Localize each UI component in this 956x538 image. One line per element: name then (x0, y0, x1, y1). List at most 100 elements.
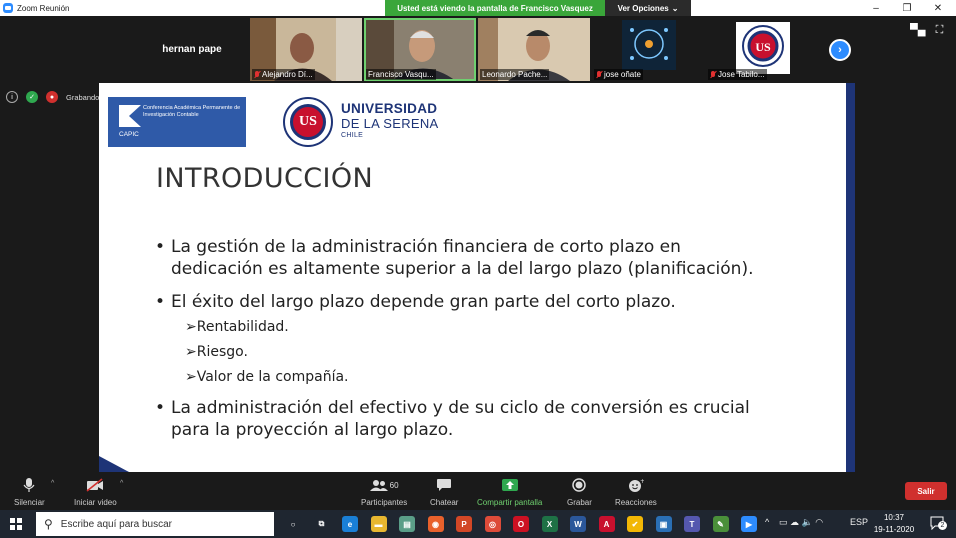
next-page-arrow-icon[interactable]: › (829, 39, 851, 61)
university-name-line1: UNIVERSIDAD (341, 101, 438, 116)
windows-start-icon[interactable] (10, 518, 22, 530)
svg-text:+: + (640, 478, 644, 485)
task-view-icon[interactable]: ⧉ (313, 516, 330, 532)
subitem-text: Riesgo. (196, 344, 248, 360)
leave-meeting-button[interactable]: Salir (905, 482, 947, 500)
window-title: Zoom Reunión (17, 3, 70, 13)
bullet-text-line: La gestión de la administración financie… (171, 237, 681, 257)
bullet-text-line: La administración del efectivo y de su c… (171, 398, 750, 418)
tile-name-label: Leonardo Pache... (480, 69, 550, 80)
video-tile[interactable]: US Jose Tabilo... (706, 18, 818, 81)
powerpoint-icon[interactable]: P (456, 516, 472, 532)
tile-name-label: jose oñate (594, 69, 643, 80)
record-icon (572, 476, 587, 494)
arrow-bullet-icon: ➢ (185, 369, 197, 385)
cortana-icon[interactable]: ○ (285, 516, 301, 532)
capic-logo-text: Conferencia Académica Permanente de Inve… (143, 105, 241, 118)
bullet-dot: • (155, 237, 166, 257)
video-tile-active-speaker[interactable]: Francisco Vasqu... (364, 18, 476, 81)
bullet-text-line: El éxito del largo plazo depende gran pa… (171, 292, 676, 312)
video-options-caret-icon[interactable]: ^ (120, 480, 123, 487)
zoom-icon[interactable]: ▶ (741, 516, 757, 532)
bullet-text-line: dedicación es altamente superior a la de… (171, 259, 754, 279)
mute-button[interactable]: Silenciar (14, 476, 45, 507)
seal-letters: US (290, 104, 326, 140)
slide-bullet: • La administración del efectivo y de su… (155, 397, 750, 441)
screen-share-banner: Usted está viendo la pantalla de Francis… (385, 0, 605, 16)
taskbar-clock[interactable]: 10:37 19-11-2020 (868, 512, 920, 536)
audio-options-caret-icon[interactable]: ^ (51, 480, 54, 487)
arrow-bullet-icon: ➢ (185, 344, 197, 360)
slide-subitem: ➢Rentabilidad. (185, 319, 289, 335)
taskbar-search-box[interactable]: ⚲ Escribe aquí para buscar (36, 512, 274, 536)
view-options-button[interactable]: Ver Opciones ⌄ (605, 0, 691, 16)
meeting-toolbar: Silenciar ^ Iniciar video ^ 60 Participa… (0, 472, 956, 510)
video-tile[interactable]: jose oñate (592, 18, 704, 81)
clock-time: 10:37 (883, 513, 905, 522)
reactions-button[interactable]: + Reacciones (615, 476, 657, 507)
slide-subitem: ➢Riesgo. (185, 344, 248, 360)
subitem-text: Rentabilidad. (196, 319, 289, 335)
restore-button[interactable]: ❐ (891, 0, 923, 16)
meeting-info-icon[interactable]: i (6, 91, 18, 103)
close-window-button[interactable]: ✕ (922, 0, 954, 16)
bullet-dot: • (155, 292, 166, 312)
show-hidden-icons-icon[interactable]: ^ (765, 517, 769, 527)
participant-name-card[interactable]: hernan pape (136, 18, 248, 81)
mic-muted-icon (710, 70, 716, 79)
meeting-status: i ✓ ● Grabando (6, 91, 99, 103)
chat-button[interactable]: Chatear (430, 476, 458, 507)
photos-icon[interactable]: ▣ (655, 516, 672, 532)
minimize-button[interactable]: – (860, 0, 892, 16)
zoom-app-icon (3, 3, 13, 13)
slide-subitem: ➢Valor de la compañía. (185, 369, 349, 385)
notification-center-icon[interactable]: 2 (930, 516, 947, 531)
shared-slide: Conferencia Académica Permanente de Inve… (99, 83, 855, 472)
paint-icon[interactable]: ✎ (712, 516, 729, 532)
search-placeholder: Escribe aquí para buscar (60, 518, 172, 530)
sticky-notes-icon[interactable]: ▤ (399, 516, 415, 532)
video-off-icon (86, 476, 104, 494)
encryption-shield-icon[interactable]: ✓ (26, 91, 38, 103)
firefox-icon[interactable]: ◉ (427, 516, 444, 532)
slide-bullet: • La gestión de la administración financ… (155, 236, 754, 280)
video-tile[interactable]: Leonardo Pache... (478, 18, 590, 81)
start-video-label: Iniciar video (74, 498, 117, 507)
word-icon[interactable]: W (570, 516, 586, 532)
slide-corner-accent (99, 456, 129, 472)
video-tile[interactable]: Alejandro Dí... (250, 18, 362, 81)
reactions-label: Reacciones (615, 498, 657, 507)
file-explorer-icon[interactable]: ▬ (370, 516, 387, 532)
participants-button[interactable]: 60 Participantes (361, 476, 407, 507)
view-controls: ▀▄ ⛶ (910, 24, 943, 37)
record-label: Grabar (567, 498, 592, 507)
university-seal-icon: US (283, 97, 333, 147)
mic-muted-icon (254, 70, 260, 79)
tile-name-label: Jose Tabilo... (708, 69, 767, 80)
start-video-button[interactable]: Iniciar video (74, 476, 117, 507)
acrobat-icon[interactable]: A (598, 516, 615, 532)
university-name-line2: DE LA SERENA (341, 116, 439, 131)
zoom-window: Zoom Reunión – ❐ ✕ Usted está viendo la … (0, 0, 956, 538)
clock-date: 19-11-2020 (873, 525, 915, 534)
capic-mark-icon (119, 105, 141, 127)
opera-icon[interactable]: O (513, 516, 529, 532)
layout-icon[interactable]: ▀▄ (910, 24, 926, 37)
fullscreen-icon[interactable]: ⛶ (936, 24, 944, 37)
norton-icon[interactable]: ✔ (627, 516, 643, 532)
bullet-dot: • (155, 398, 166, 418)
input-language[interactable]: ESP (850, 517, 868, 527)
chrome-icon[interactable]: ◎ (484, 516, 501, 532)
system-tray-icons[interactable]: ▭ ☁ 🔈 ◠ (779, 517, 823, 528)
university-country: CHILE (341, 132, 364, 139)
emoji-add-icon: + (628, 476, 644, 494)
edge-icon[interactable]: e (342, 516, 358, 532)
excel-icon[interactable]: X (541, 516, 558, 532)
share-screen-button[interactable]: Compartir pantalla (477, 476, 542, 507)
tile-name-label: Alejandro Dí... (252, 69, 315, 80)
record-button[interactable]: Grabar (567, 476, 592, 507)
recording-label: Grabando (66, 92, 100, 102)
view-options-label: Ver Opciones (617, 3, 669, 13)
teams-icon[interactable]: T (684, 516, 700, 532)
mute-label: Silenciar (14, 498, 45, 507)
